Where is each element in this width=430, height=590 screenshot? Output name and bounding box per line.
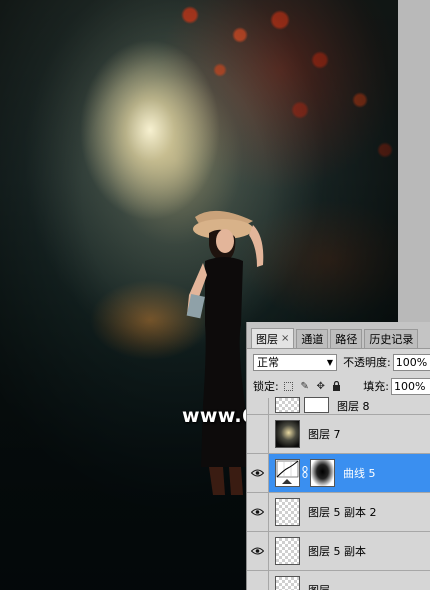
layer-name: 图层 5 副本 2 (308, 506, 377, 519)
layer-name: 图层 5 副本 (308, 545, 366, 558)
layer-name: 曲线 5 (343, 467, 376, 480)
lock-row: 锁定: ✎ ✥ 填充: 100% (247, 375, 430, 397)
panel-tabs: 图层 × 通道 路径 历史记录 (247, 322, 430, 349)
tab-channels-label: 通道 (301, 333, 324, 346)
eye-icon (251, 508, 264, 516)
layer-name: 图层 (308, 582, 330, 590)
tab-layers[interactable]: 图层 × (251, 328, 295, 348)
layer-name: 图层 8 (337, 400, 370, 413)
tab-history-label: 历史记录 (369, 333, 414, 346)
tab-paths[interactable]: 路径 (330, 329, 363, 348)
lock-transparent-icon[interactable] (283, 380, 295, 392)
move-icon[interactable]: ✥ (315, 380, 327, 392)
chevron-down-icon: ▼ (326, 357, 334, 367)
layer-mask-thumbnail (304, 397, 329, 413)
layer-row[interactable]: 图层 (247, 571, 430, 590)
visibility-toggle[interactable] (247, 398, 269, 414)
lock-label: 锁定: (253, 380, 279, 393)
layer-row[interactable]: 图层 7 (247, 415, 430, 454)
opacity-label: 不透明度: (343, 356, 391, 369)
blend-mode-value: 正常 (257, 356, 279, 369)
layer-list: 图层 8 图层 7 曲线 5 图层 5 副本 2 图层 5 副本 (247, 397, 430, 590)
visibility-toggle[interactable] (247, 532, 269, 570)
visibility-toggle[interactable] (247, 415, 269, 453)
lock-icon[interactable] (331, 380, 343, 392)
layer-row[interactable]: 图层 5 副本 2 (247, 493, 430, 532)
layer-row[interactable]: 图层 8 (247, 397, 430, 415)
layer-row-selected[interactable]: 曲线 5 (247, 454, 430, 493)
fill-label: 填充: (363, 380, 389, 393)
workspace-background (398, 0, 430, 322)
layers-panel: 图层 × 通道 路径 历史记录 正常 ▼ 不透明度: 100% 锁定: ✎ ✥ … (246, 322, 430, 590)
layer-thumbnail (275, 537, 300, 565)
layer-row[interactable]: 图层 5 副本 (247, 532, 430, 571)
link-icon[interactable] (302, 465, 308, 481)
curves-adjustment-icon (275, 459, 300, 487)
tab-layers-label: 图层 (256, 332, 278, 346)
tab-channels[interactable]: 通道 (296, 329, 329, 348)
blend-mode-select[interactable]: 正常 ▼ (253, 353, 338, 371)
eye-icon (251, 547, 264, 555)
layer-name: 图层 7 (308, 428, 341, 441)
layer-thumbnail (275, 576, 300, 590)
visibility-toggle[interactable] (247, 571, 269, 590)
layer-thumbnail (275, 420, 300, 448)
layer-thumbnail (275, 498, 300, 526)
layer-thumbnail (275, 397, 300, 413)
layer-mask-thumbnail (310, 459, 335, 487)
brush-icon[interactable]: ✎ (299, 380, 311, 392)
opacity-input[interactable]: 100% (392, 353, 430, 371)
tab-paths-label: 路径 (335, 333, 358, 346)
visibility-toggle[interactable] (247, 454, 269, 492)
blend-row: 正常 ▼ 不透明度: 100% (247, 349, 430, 375)
close-icon[interactable]: × (281, 333, 289, 344)
visibility-toggle[interactable] (247, 493, 269, 531)
fill-input[interactable]: 100% (391, 377, 430, 395)
eye-icon (251, 469, 264, 477)
tab-history[interactable]: 历史记录 (364, 329, 419, 348)
